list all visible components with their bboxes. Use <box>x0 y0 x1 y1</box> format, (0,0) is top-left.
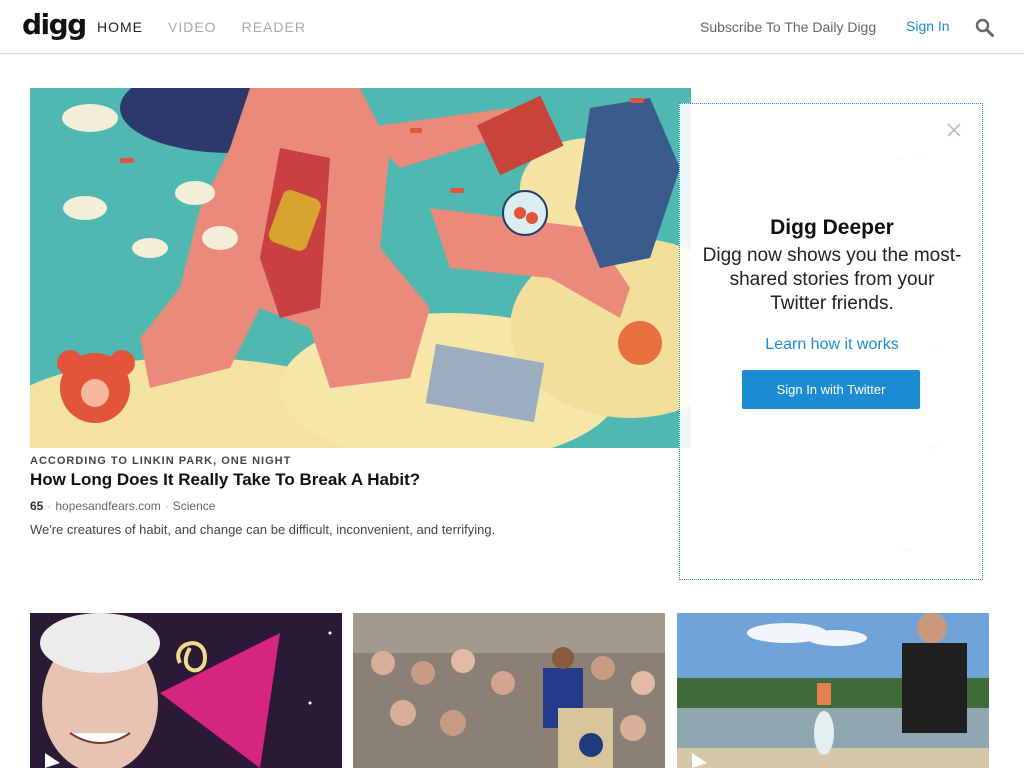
hero-image[interactable] <box>30 88 691 448</box>
story-thumbnail[interactable] <box>353 613 665 768</box>
thumbnail-image <box>353 613 665 768</box>
hero-category[interactable]: Science <box>173 499 216 513</box>
nav-video[interactable]: VIDEO <box>168 19 217 35</box>
close-icon[interactable] <box>946 122 962 138</box>
hero-source[interactable]: hopesandfears.com <box>55 499 160 513</box>
hero-description: We're creatures of habit, and change can… <box>30 522 496 537</box>
hero-meta: 65 · hopesandfears.com · Science <box>30 499 215 513</box>
nav-reader[interactable]: READER <box>242 19 306 35</box>
learn-how-link[interactable]: Learn how it works <box>680 336 984 354</box>
nav-home[interactable]: HOME <box>97 19 143 35</box>
signin-twitter-button[interactable]: Sign In with Twitter <box>742 370 920 409</box>
thumbnail-image <box>30 613 342 768</box>
digg-logo[interactable]: digg <box>22 11 87 39</box>
deeper-body: Digg now shows you the most-shared stori… <box>702 245 962 314</box>
hero-title[interactable]: How Long Does It Really Take To Break A … <box>30 470 420 490</box>
story-thumbnail[interactable] <box>677 613 989 768</box>
subscribe-link[interactable]: Subscribe To The Daily Digg <box>700 19 876 35</box>
story-thumbnail[interactable] <box>30 613 342 768</box>
separator-dot: · <box>47 499 52 513</box>
digg-deeper-panel: Digg Deeper Digg now shows you the most-… <box>679 103 983 580</box>
digg-score: 65 <box>30 499 44 513</box>
deeper-title: Digg Deeper <box>770 216 894 239</box>
hero-illustration <box>30 88 691 448</box>
main-nav: HOME VIDEO READER <box>97 19 306 35</box>
thumbnail-image <box>677 613 989 768</box>
hero-kicker: ACCORDING TO LINKIN PARK, ONE NIGHT <box>30 455 292 467</box>
signin-link[interactable]: Sign In <box>906 18 950 34</box>
top-header: digg HOME VIDEO READER Subscribe To The … <box>0 0 1024 54</box>
separator-dot: · <box>164 499 169 513</box>
search-icon[interactable] <box>975 18 994 37</box>
